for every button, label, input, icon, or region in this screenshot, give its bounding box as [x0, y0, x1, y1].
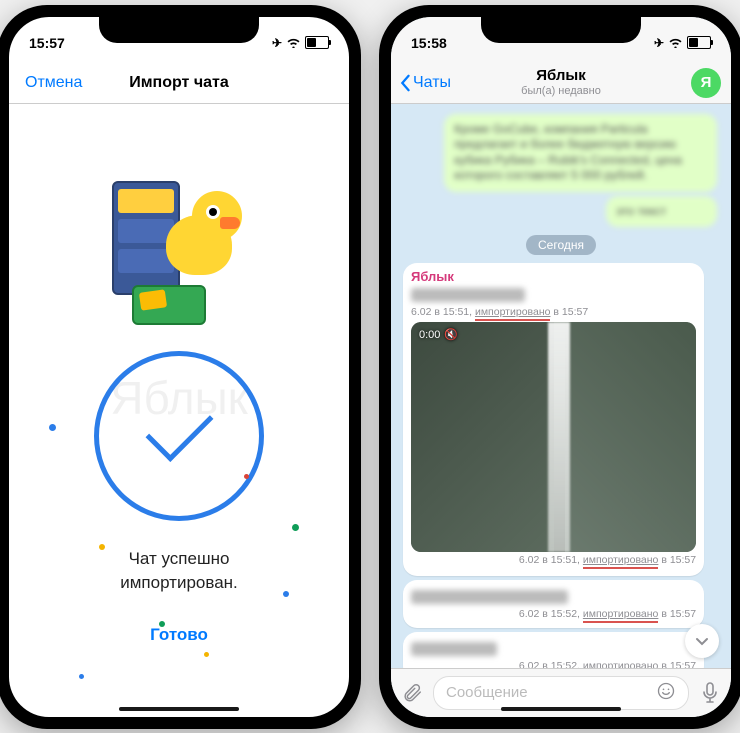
chevron-left-icon — [399, 74, 411, 92]
airplane-icon: ✈ — [654, 36, 664, 50]
status-time: 15:57 — [29, 35, 65, 51]
message-meta: 6.02 в 15:51, импортировано в 15:57 — [411, 306, 696, 318]
phone-left: 15:57 ✈ Отмена Импорт чата Яблык Чат усп… — [0, 5, 361, 729]
confetti-dot — [204, 652, 209, 657]
mic-button[interactable] — [697, 680, 723, 706]
message-text-blurred — [411, 642, 497, 656]
wifi-icon — [286, 35, 301, 51]
battery-icon — [305, 36, 329, 49]
back-label: Чаты — [413, 74, 451, 92]
date-separator: Сегодня — [526, 235, 596, 255]
contact-status: был(а) недавно — [521, 85, 601, 97]
confetti-dot — [99, 544, 105, 550]
sticker-icon — [656, 681, 676, 701]
duck-sticker — [104, 175, 254, 325]
confetti-dot — [292, 524, 299, 531]
imported-label: импортировано — [583, 554, 659, 569]
confetti-dot — [283, 591, 289, 597]
paperclip-icon — [401, 682, 423, 704]
cancel-button[interactable]: Отмена — [25, 74, 82, 92]
message-meta: 6.02 в 15:52, импортировано в 15:57 — [411, 608, 696, 620]
airplane-icon: ✈ — [272, 36, 282, 50]
battery-icon — [687, 36, 711, 49]
status-time: 15:58 — [411, 35, 447, 51]
notch — [481, 17, 641, 43]
mute-icon: 🔇 — [444, 328, 458, 341]
contact-name: Яблык — [521, 68, 601, 85]
done-button[interactable]: Готово — [150, 625, 208, 645]
confetti-dot — [159, 621, 165, 627]
imported-label: импортировано — [583, 660, 659, 667]
message-meta: 6.02 в 15:51, импортировано в 15:57 — [411, 554, 696, 566]
success-text: Чат успешно импортирован. — [120, 547, 238, 595]
nav-bar: Чаты Яблык был(а) недавно Я — [391, 63, 731, 104]
input-placeholder: Сообщение — [446, 684, 528, 701]
avatar[interactable]: Я — [691, 68, 721, 98]
sticker-button[interactable] — [656, 681, 676, 705]
contact-header[interactable]: Яблык был(а) недавно — [521, 68, 601, 97]
incoming-message[interactable]: 6.02 в 15:52, импортировано в 15:57 — [403, 632, 704, 667]
mic-icon — [700, 682, 720, 704]
message-meta: 6.02 в 15:52, импортировано в 15:57 — [411, 660, 696, 667]
imported-label: импортировано — [583, 608, 659, 623]
chevron-down-icon — [694, 633, 710, 649]
confetti-dot — [49, 424, 56, 431]
imported-label: импортировано — [475, 306, 551, 321]
chat-body[interactable]: Кроме GoCube, компания Particula предлаг… — [391, 104, 731, 668]
confetti-dot — [79, 674, 84, 679]
message-text-blurred — [411, 590, 568, 604]
incoming-message-group[interactable]: Яблык 6.02 в 15:51, импортировано в 15:5… — [403, 263, 704, 576]
notch — [99, 17, 259, 43]
message-input[interactable]: Сообщение — [433, 676, 689, 710]
success-check-icon — [94, 351, 264, 521]
video-duration: 0:00 🔇 — [419, 328, 458, 341]
nav-title: Импорт чата — [129, 74, 229, 92]
home-indicator[interactable] — [501, 707, 621, 711]
wifi-icon — [668, 35, 683, 51]
attach-button[interactable] — [399, 680, 425, 706]
video-attachment[interactable]: 0:00 🔇 — [411, 322, 696, 552]
message-text-blurred — [411, 288, 525, 302]
outgoing-message[interactable]: Кроме GoCube, компания Particula предлаг… — [444, 114, 717, 192]
phone-right: 15:58 ✈ Чаты Яблык был(а) недавно Я Кром… — [379, 5, 740, 729]
nav-bar: Отмена Импорт чата — [9, 63, 349, 104]
content-area: Яблык Чат успешно импортирован. Готово — [9, 104, 349, 717]
incoming-message[interactable]: 6.02 в 15:52, импортировано в 15:57 — [403, 580, 704, 628]
scroll-to-bottom-button[interactable] — [685, 624, 719, 658]
back-button[interactable]: Чаты — [399, 74, 451, 92]
confetti-dot — [244, 474, 249, 479]
sender-name: Яблык — [411, 269, 696, 284]
home-indicator[interactable] — [119, 707, 239, 711]
outgoing-message[interactable]: это текст — [606, 196, 717, 228]
